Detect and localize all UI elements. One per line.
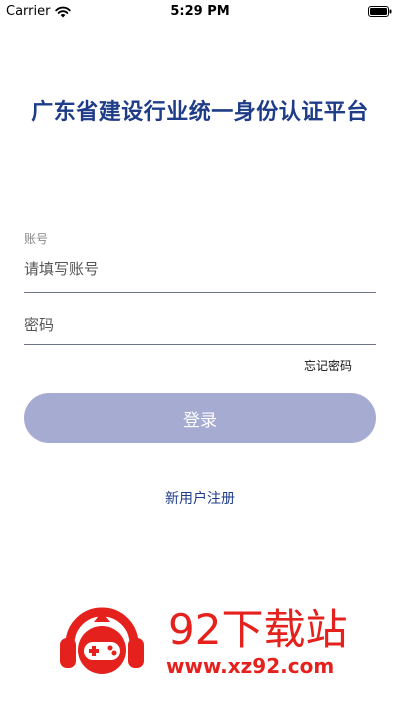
forgot-password-link[interactable]: 忘记密码 bbox=[304, 357, 352, 374]
page-title: 广东省建设行业统一身份认证平台 bbox=[31, 100, 369, 125]
login-button[interactable]: 登录 bbox=[24, 393, 376, 443]
password-field-group bbox=[24, 311, 376, 345]
status-bar: Carrier 5:29 PM bbox=[0, 0, 400, 24]
account-input[interactable] bbox=[24, 255, 376, 283]
account-underline bbox=[24, 292, 376, 293]
gamepad-headphones-logo bbox=[60, 607, 144, 674]
watermark-brand: 92下载站 bbox=[168, 605, 348, 654]
watermark: 92下载站 www.xz92.com bbox=[56, 590, 376, 690]
watermark-url: www.xz92.com bbox=[166, 654, 335, 678]
password-underline bbox=[24, 344, 376, 345]
account-field-group: 账号 bbox=[24, 230, 376, 293]
account-label: 账号 bbox=[24, 232, 49, 246]
battery-icon bbox=[368, 6, 392, 17]
password-input[interactable] bbox=[24, 311, 376, 339]
register-link[interactable]: 新用户注册 bbox=[0, 488, 400, 508]
status-time: 5:29 PM bbox=[170, 4, 230, 19]
